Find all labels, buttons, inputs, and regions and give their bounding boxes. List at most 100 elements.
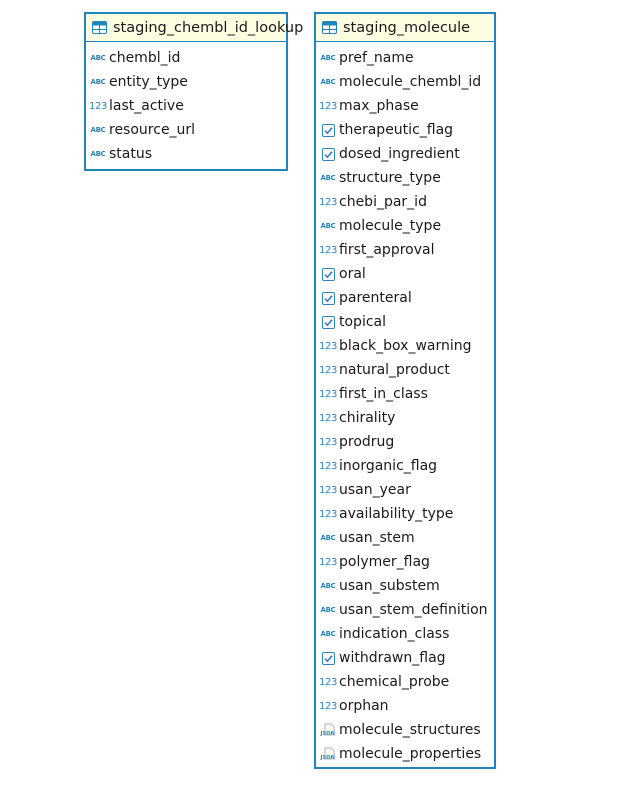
table-header[interactable]: staging_chembl_id_lookup bbox=[86, 14, 303, 42]
column-name: resource_url bbox=[109, 122, 196, 138]
column-row[interactable]: therapeutic_flag bbox=[316, 118, 494, 142]
json-type-icon: JSON bbox=[319, 722, 337, 738]
svg-text:JSON: JSON bbox=[320, 731, 335, 737]
column-name: orphan bbox=[339, 698, 389, 714]
number-type-icon: 123 bbox=[319, 412, 337, 424]
column-row[interactable]: ABC pref_name bbox=[316, 46, 494, 70]
column-name: black_box_warning bbox=[339, 338, 472, 354]
column-row[interactable]: 123 availability_type bbox=[316, 502, 494, 526]
string-type-icon: ABC bbox=[320, 222, 336, 230]
string-type-icon: ABC bbox=[320, 534, 336, 542]
column-row[interactable]: 123 last_active bbox=[86, 94, 286, 118]
column-name: usan_year bbox=[339, 482, 411, 498]
number-type-icon: 123 bbox=[319, 100, 337, 112]
column-name: chembl_id bbox=[109, 50, 181, 66]
column-row[interactable]: parenteral bbox=[316, 286, 494, 310]
column-row[interactable]: dosed_ingredient bbox=[316, 142, 494, 166]
column-row[interactable]: ABC structure_type bbox=[316, 166, 494, 190]
column-name: chemical_probe bbox=[339, 674, 450, 690]
column-row[interactable]: ABC chembl_id bbox=[86, 46, 286, 70]
column-row[interactable]: 123 usan_year bbox=[316, 478, 494, 502]
column-row[interactable]: ABC status bbox=[86, 142, 286, 166]
checkbox-type-icon bbox=[319, 266, 337, 282]
checkbox-type-icon bbox=[319, 146, 337, 162]
checkbox-type-icon bbox=[319, 122, 337, 138]
column-row[interactable]: 123 orphan bbox=[316, 694, 494, 718]
column-row[interactable]: 123 first_in_class bbox=[316, 382, 494, 406]
column-name: withdrawn_flag bbox=[339, 650, 446, 666]
string-type-icon: ABC bbox=[90, 150, 106, 158]
column-row[interactable]: 123 prodrug bbox=[316, 430, 494, 454]
string-type-icon: ABC bbox=[320, 606, 336, 614]
number-type-icon: 123 bbox=[319, 700, 337, 712]
column-row[interactable]: 123 polymer_flag bbox=[316, 550, 494, 574]
string-type-icon: ABC bbox=[320, 78, 336, 86]
column-row[interactable]: ABC resource_url bbox=[86, 118, 286, 142]
number-type-icon: 123 bbox=[319, 556, 337, 568]
column-name: availability_type bbox=[339, 506, 454, 522]
table-title: staging_molecule bbox=[343, 19, 471, 36]
string-type-icon: ABC bbox=[320, 54, 336, 62]
number-type-icon: 123 bbox=[319, 196, 337, 208]
column-row[interactable]: ABC indication_class bbox=[316, 622, 494, 646]
column-name: chirality bbox=[339, 410, 396, 426]
column-name: pref_name bbox=[339, 50, 414, 66]
string-type-icon: ABC bbox=[90, 54, 106, 62]
column-name: first_approval bbox=[339, 242, 435, 258]
column-row[interactable]: ABC usan_stem bbox=[316, 526, 494, 550]
column-row[interactable]: 123 max_phase bbox=[316, 94, 494, 118]
column-name: indication_class bbox=[339, 626, 450, 642]
number-type-icon: 123 bbox=[89, 100, 107, 112]
column-row[interactable]: JSON molecule_properties bbox=[316, 742, 494, 766]
number-type-icon: 123 bbox=[319, 460, 337, 472]
column-list: ABC pref_name ABC molecule_chembl_id 123 max_… bbox=[316, 42, 494, 766]
string-type-icon: ABC bbox=[320, 174, 336, 182]
table-icon bbox=[320, 20, 338, 36]
column-name: inorganic_flag bbox=[339, 458, 438, 474]
column-name: max_phase bbox=[339, 98, 419, 114]
column-row[interactable]: topical bbox=[316, 310, 494, 334]
column-name: entity_type bbox=[109, 74, 188, 90]
string-type-icon: ABC bbox=[90, 126, 106, 134]
table-icon bbox=[90, 20, 108, 36]
column-row[interactable]: ABC molecule_chembl_id bbox=[316, 70, 494, 94]
column-row[interactable]: 123 chirality bbox=[316, 406, 494, 430]
column-name: structure_type bbox=[339, 170, 441, 186]
column-name: oral bbox=[339, 266, 366, 282]
column-row[interactable]: 123 chemical_probe bbox=[316, 670, 494, 694]
column-row[interactable]: JSON molecule_structures bbox=[316, 718, 494, 742]
svg-text:JSON: JSON bbox=[320, 755, 335, 761]
column-name: usan_stem_definition bbox=[339, 602, 488, 618]
column-row[interactable]: ABC entity_type bbox=[86, 70, 286, 94]
number-type-icon: 123 bbox=[319, 484, 337, 496]
column-row[interactable]: oral bbox=[316, 262, 494, 286]
column-row[interactable]: 123 first_approval bbox=[316, 238, 494, 262]
table-staging-molecule[interactable]: staging_molecule ABC pref_name ABC molecule… bbox=[314, 12, 496, 769]
column-row[interactable]: 123 black_box_warning bbox=[316, 334, 494, 358]
column-name: usan_substem bbox=[339, 578, 440, 594]
column-name: molecule_structures bbox=[339, 722, 481, 738]
column-row[interactable]: ABC molecule_type bbox=[316, 214, 494, 238]
column-row[interactable]: 123 natural_product bbox=[316, 358, 494, 382]
column-row[interactable]: withdrawn_flag bbox=[316, 646, 494, 670]
table-staging-chembl-id-lookup[interactable]: staging_chembl_id_lookup ABC chembl_id ABC… bbox=[84, 12, 303, 171]
table-header[interactable]: staging_molecule bbox=[316, 14, 494, 42]
column-row[interactable]: ABC usan_substem bbox=[316, 574, 494, 598]
column-name: polymer_flag bbox=[339, 554, 430, 570]
checkbox-type-icon bbox=[319, 290, 337, 306]
number-type-icon: 123 bbox=[319, 508, 337, 520]
column-name: molecule_properties bbox=[339, 746, 482, 762]
column-row[interactable]: 123 inorganic_flag bbox=[316, 454, 494, 478]
column-list: ABC chembl_id ABC entity_type 123 last_active… bbox=[86, 42, 286, 166]
column-row[interactable]: ABC usan_stem_definition bbox=[316, 598, 494, 622]
column-name: molecule_type bbox=[339, 218, 442, 234]
column-name: dosed_ingredient bbox=[339, 146, 460, 162]
column-row[interactable]: 123 chebi_par_id bbox=[316, 190, 494, 214]
column-name: molecule_chembl_id bbox=[339, 74, 482, 90]
column-name: status bbox=[109, 146, 153, 162]
column-name: chebi_par_id bbox=[339, 194, 427, 210]
number-type-icon: 123 bbox=[319, 340, 337, 352]
string-type-icon: ABC bbox=[320, 582, 336, 590]
column-name: last_active bbox=[109, 98, 184, 114]
checkbox-type-icon bbox=[319, 314, 337, 330]
